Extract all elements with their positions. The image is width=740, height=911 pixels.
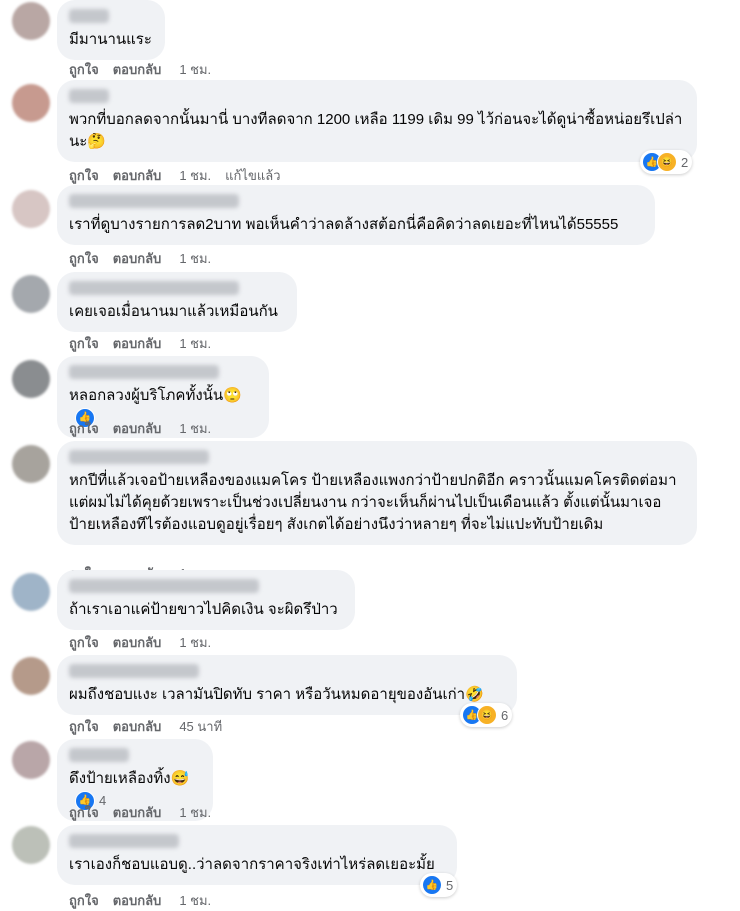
haha-icon: 😆	[477, 705, 497, 725]
avatar[interactable]	[12, 573, 50, 611]
comment-bubble: ผมถึงชอบแงะ เวลามันปิดทับ ราคา หรือวันหม…	[57, 655, 517, 715]
like-link[interactable]: ถูกใจ	[69, 418, 99, 439]
timestamp-link[interactable]: 1 ชม.	[179, 890, 211, 911]
comment-actions: ถูกใจ ตอบกลับ 1 ชม.	[69, 418, 211, 439]
emoji-icon: 🙄	[223, 387, 242, 404]
comment-actions: ถูกใจ ตอบกลับ 1 ชม.	[69, 248, 211, 269]
avatar[interactable]	[12, 190, 50, 228]
comment-text: พวกที่บอกลดจากนั้นมานี่ บางทีลดจาก 1200 …	[69, 109, 685, 153]
comment-text-content: เคยเจอเมื่อนานมาแล้วเหมือนกัน	[69, 303, 278, 320]
reply-link[interactable]: ตอบกลับ	[113, 333, 162, 354]
comment-text: เคยเจอเมื่อนานมาแล้วเหมือนกัน	[69, 301, 285, 323]
reaction-count: 2	[681, 154, 689, 170]
comment-bubble: ถ้าเราเอาแค่ป้ายขาวไปคิดเงิน จะผิดรึป่าว	[57, 570, 355, 630]
timestamp-link[interactable]: 1 ชม.	[179, 802, 211, 823]
comment-text: หกปีที่แล้วเจอป้ายเหลืองของแมคโคร ป้ายเห…	[69, 470, 685, 536]
reply-link[interactable]: ตอบกลับ	[113, 632, 162, 653]
comment-actions: ถูกใจ ตอบกลับ 1 ชม.	[69, 59, 211, 80]
timestamp-link[interactable]: 1 ชม.	[179, 418, 211, 439]
comment-actions: ถูกใจ ตอบกลับ 1 ชม.	[69, 333, 211, 354]
comment-text-content: พวกที่บอกลดจากนั้นมานี่ บางทีลดจาก 1200 …	[69, 111, 683, 150]
comment-text: มีมานานแระ	[69, 29, 153, 51]
comment-text-content: เราที่ดูบางรายการลด2บาท พอเห็นคำว่าลดล้า…	[69, 216, 619, 233]
comment-bubble: เคยเจอเมื่อนานมาแล้วเหมือนกัน	[57, 272, 297, 332]
avatar[interactable]	[12, 2, 50, 40]
like-link[interactable]: ถูกใจ	[69, 802, 99, 823]
comment-actions: ถูกใจ ตอบกลับ 1 ชม.	[69, 890, 211, 911]
like-link[interactable]: ถูกใจ	[69, 333, 99, 354]
like-link[interactable]: ถูกใจ	[69, 59, 99, 80]
comment-text-content: ดึงป้ายเหลืองทิ้ง	[69, 770, 171, 787]
emoji-icon: 😅	[170, 770, 190, 787]
comment-text-content: เราเองก็ชอบแอบดู..ว่าลดจากราคาจริงเท่าไห…	[69, 856, 435, 873]
comment-text-content: หลอกลวงผู้บริโภคทั้งนั้น	[69, 387, 224, 404]
emoji-icon: 🤔	[87, 133, 106, 150]
like-link[interactable]: ถูกใจ	[69, 248, 99, 269]
like-link[interactable]: ถูกใจ	[69, 716, 99, 737]
avatar[interactable]	[12, 741, 50, 779]
reply-link[interactable]: ตอบกลับ	[113, 716, 162, 737]
like-link[interactable]: ถูกใจ	[69, 632, 99, 653]
timestamp-link[interactable]: 1 ชม.	[179, 59, 211, 80]
like-icon: 👍	[422, 875, 442, 895]
timestamp-link[interactable]: 1 ชม.	[179, 165, 211, 186]
reply-link[interactable]: ตอบกลับ	[113, 890, 162, 911]
avatar[interactable]	[12, 360, 50, 398]
comment-text: ผมถึงชอบแงะ เวลามันปิดทับ ราคา หรือวันหม…	[69, 684, 505, 706]
comment-actions: ถูกใจ ตอบกลับ 1 ชม.	[69, 802, 211, 823]
comment-text-content: ผมถึงชอบแงะ เวลามันปิดทับ ราคา หรือวันหม…	[69, 686, 466, 703]
reaction-summary[interactable]: 👍 5	[420, 873, 458, 897]
like-link[interactable]: ถูกใจ	[69, 165, 99, 186]
haha-icon: 😆	[657, 152, 677, 172]
author-name-blurred[interactable]	[69, 365, 219, 379]
timestamp-link[interactable]: 1 ชม.	[179, 333, 211, 354]
edited-label[interactable]: แก้ไขแล้ว	[225, 165, 280, 186]
author-name-blurred[interactable]	[69, 579, 259, 593]
comment-text: เราเองก็ชอบแอบดู..ว่าลดจากราคาจริงเท่าไห…	[69, 854, 445, 876]
comment-actions: ถูกใจ ตอบกลับ 1 ชม.	[69, 632, 211, 653]
emoji-icon: 🤣	[465, 686, 484, 703]
timestamp-link[interactable]: 45 นาที	[179, 716, 222, 737]
avatar[interactable]	[12, 84, 50, 122]
author-name-blurred[interactable]	[69, 89, 109, 103]
avatar[interactable]	[12, 275, 50, 313]
reply-link[interactable]: ตอบกลับ	[113, 802, 162, 823]
comment-text-content: มีมานานแระ	[69, 31, 152, 48]
author-name-blurred[interactable]	[69, 450, 209, 464]
reply-link[interactable]: ตอบกลับ	[113, 418, 162, 439]
comment-text-content: หกปีที่แล้วเจอป้ายเหลืองของแมคโคร ป้ายเห…	[69, 472, 677, 533]
author-name-blurred[interactable]	[69, 9, 109, 23]
comment-text: เราที่ดูบางรายการลด2บาท พอเห็นคำว่าลดล้า…	[69, 214, 643, 236]
timestamp-link[interactable]: 1 ชม.	[179, 248, 211, 269]
comment-text: ถ้าเราเอาแค่ป้ายขาวไปคิดเงิน จะผิดรึป่าว	[69, 599, 343, 621]
comment-bubble: พวกที่บอกลดจากนั้นมานี่ บางทีลดจาก 1200 …	[57, 80, 697, 162]
author-name-blurred[interactable]	[69, 281, 239, 295]
like-link[interactable]: ถูกใจ	[69, 890, 99, 911]
reaction-count: 6	[501, 707, 509, 723]
author-name-blurred[interactable]	[69, 748, 129, 762]
comment-bubble: มีมานานแระ	[57, 0, 165, 60]
timestamp-link[interactable]: 1 ชม.	[179, 632, 211, 653]
reply-link[interactable]: ตอบกลับ	[113, 248, 162, 269]
comment-actions: ถูกใจ ตอบกลับ 1 ชม. แก้ไขแล้ว	[69, 165, 281, 186]
comment-text-content: ถ้าเราเอาแค่ป้ายขาวไปคิดเงิน จะผิดรึป่าว	[69, 601, 338, 618]
comment-bubble: หกปีที่แล้วเจอป้ายเหลืองของแมคโคร ป้ายเห…	[57, 441, 697, 545]
comment-bubble: เราเองก็ชอบแอบดู..ว่าลดจากราคาจริงเท่าไห…	[57, 825, 457, 885]
reaction-count: 5	[446, 877, 454, 893]
avatar[interactable]	[12, 826, 50, 864]
avatar[interactable]	[12, 657, 50, 695]
reaction-summary[interactable]: 👍 😆 2	[640, 150, 693, 174]
comment-actions: ถูกใจ ตอบกลับ 45 นาที	[69, 716, 222, 737]
reaction-summary[interactable]: 👍 😆 6	[460, 703, 513, 727]
author-name-blurred[interactable]	[69, 834, 179, 848]
author-name-blurred[interactable]	[69, 194, 239, 208]
reply-link[interactable]: ตอบกลับ	[113, 165, 162, 186]
comment-bubble: เราที่ดูบางรายการลด2บาท พอเห็นคำว่าลดล้า…	[57, 185, 655, 245]
avatar[interactable]	[12, 445, 50, 483]
author-name-blurred[interactable]	[69, 664, 199, 678]
reply-link[interactable]: ตอบกลับ	[113, 59, 162, 80]
